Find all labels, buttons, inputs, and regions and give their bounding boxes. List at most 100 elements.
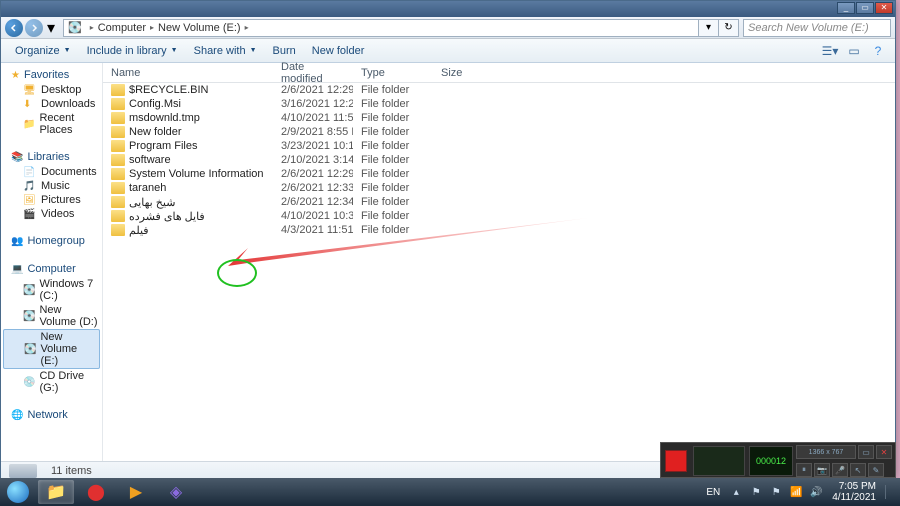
- file-name: taraneh: [129, 182, 166, 194]
- task-app[interactable]: ◈: [158, 480, 194, 504]
- nav-desktop[interactable]: 🖥Desktop: [1, 83, 102, 97]
- nav-drive-c[interactable]: 💽Windows 7 (C:): [1, 277, 102, 303]
- chevron-right-icon: ▸: [150, 23, 154, 32]
- column-date[interactable]: Date modified: [273, 63, 353, 82]
- status-item-count: 11 items: [51, 465, 92, 477]
- file-list[interactable]: $RECYCLE.BIN2/6/2021 12:29 AMFile folder…: [103, 83, 895, 461]
- file-date: 3/16/2021 12:29 AM: [273, 98, 353, 110]
- file-row[interactable]: New folder2/9/2021 8:55 PMFile folder: [103, 125, 895, 139]
- file-row[interactable]: Program Files3/23/2021 10:10 PMFile fold…: [103, 139, 895, 153]
- task-media-player[interactable]: ▶: [118, 480, 154, 504]
- language-indicator[interactable]: EN: [706, 487, 720, 498]
- address-dropdown[interactable]: ▾: [699, 19, 719, 37]
- recorder-fullscreen-button[interactable]: ▭: [858, 445, 874, 459]
- nav-bar: ▾ 💽 ▸ Computer ▸ New Volume (E:) ▸ ▾ ↻ S…: [1, 17, 895, 39]
- star-icon: ★: [11, 70, 20, 81]
- file-type: File folder: [353, 84, 433, 96]
- drive-icon: 💽: [68, 21, 82, 34]
- column-name[interactable]: Name: [103, 63, 273, 82]
- folder-icon: [111, 224, 125, 236]
- file-row[interactable]: software2/10/2021 3:14 PMFile folder: [103, 153, 895, 167]
- file-row[interactable]: System Volume Information2/6/2021 12:29 …: [103, 167, 895, 181]
- breadcrumb-volume[interactable]: New Volume (E:): [158, 22, 241, 34]
- burn-button[interactable]: Burn: [265, 42, 304, 60]
- file-date: 4/3/2021 11:51 AM: [273, 224, 353, 236]
- tray-volume-icon[interactable]: 🔊: [809, 485, 823, 499]
- task-recorder[interactable]: ⬤: [78, 480, 114, 504]
- back-button[interactable]: [5, 19, 23, 37]
- recorder-pause-button[interactable]: ⏸: [796, 463, 812, 477]
- show-desktop-button[interactable]: [885, 485, 893, 499]
- history-dropdown[interactable]: ▾: [45, 19, 57, 37]
- nav-videos[interactable]: 🎬Videos: [1, 207, 102, 221]
- column-size[interactable]: Size: [433, 63, 493, 82]
- file-row[interactable]: فیلم4/3/2021 11:51 AMFile folder: [103, 223, 895, 237]
- folder-icon: [111, 98, 125, 110]
- libraries-header[interactable]: 📚Libraries: [1, 149, 102, 165]
- titlebar: _ ▭ ✕: [1, 1, 895, 17]
- app-icon: ◈: [170, 482, 182, 502]
- organize-menu[interactable]: Organize▼: [7, 42, 79, 60]
- minimize-button[interactable]: _: [837, 2, 855, 14]
- chevron-right-icon: ▸: [245, 23, 249, 32]
- network-icon: 🌐: [11, 410, 23, 421]
- tray-action-center-icon[interactable]: ⚑: [769, 485, 783, 499]
- recorder-timer: 000012: [749, 446, 793, 476]
- nav-music[interactable]: 🎵Music: [1, 179, 102, 193]
- document-icon: 📄: [23, 167, 37, 178]
- share-with-menu[interactable]: Share with▼: [186, 42, 265, 60]
- folder-icon: [111, 154, 125, 166]
- forward-button[interactable]: [25, 19, 43, 37]
- homegroup-header[interactable]: 👥Homegroup: [1, 233, 102, 249]
- recorder-mic-button[interactable]: 🎤: [832, 463, 848, 477]
- column-headers: Name Date modified Type Size: [103, 63, 895, 83]
- maximize-button[interactable]: ▭: [856, 2, 874, 14]
- nav-drive-cd[interactable]: 💿CD Drive (G:): [1, 369, 102, 395]
- tray-network-icon[interactable]: 📶: [789, 485, 803, 499]
- breadcrumb-computer[interactable]: Computer: [98, 22, 146, 34]
- tray-expand-icon[interactable]: ▴: [729, 485, 743, 499]
- start-button[interactable]: [0, 478, 36, 506]
- folder-icon: [111, 182, 125, 194]
- refresh-button[interactable]: ↻: [719, 19, 739, 37]
- column-type[interactable]: Type: [353, 63, 433, 82]
- preview-pane-button[interactable]: ▭: [843, 42, 865, 60]
- network-header[interactable]: 🌐Network: [1, 407, 102, 423]
- recorder-close-button[interactable]: ✕: [876, 445, 892, 459]
- nav-downloads[interactable]: ⬇Downloads: [1, 97, 102, 111]
- file-row[interactable]: فایل های فشرده4/10/2021 10:39 PMFile fol…: [103, 209, 895, 223]
- task-explorer[interactable]: 📁: [38, 480, 74, 504]
- address-bar[interactable]: 💽 ▸ Computer ▸ New Volume (E:) ▸: [63, 19, 699, 37]
- nav-recent[interactable]: 📁Recent Places: [1, 111, 102, 137]
- view-menu[interactable]: ☰▾: [819, 42, 841, 60]
- nav-drive-d[interactable]: 💽New Volume (D:): [1, 303, 102, 329]
- file-row[interactable]: شیخ بهایی2/6/2021 12:34 AMFile folder: [103, 195, 895, 209]
- file-date: 4/10/2021 11:58 PM: [273, 112, 353, 124]
- file-row[interactable]: taraneh2/6/2021 12:33 AMFile folder: [103, 181, 895, 195]
- help-button[interactable]: ?: [867, 42, 889, 60]
- record-stop-button[interactable]: [665, 450, 687, 472]
- file-name: فیلم: [129, 224, 149, 237]
- file-row[interactable]: msdownld.tmp4/10/2021 11:58 PMFile folde…: [103, 111, 895, 125]
- search-input[interactable]: Search New Volume (E:): [743, 19, 891, 37]
- file-row[interactable]: Config.Msi3/16/2021 12:29 AMFile folder: [103, 97, 895, 111]
- file-date: 2/10/2021 3:14 PM: [273, 154, 353, 166]
- recorder-webcam-button[interactable]: 📷: [814, 463, 830, 477]
- nav-documents[interactable]: 📄Documents: [1, 165, 102, 179]
- favorites-header[interactable]: ★Favorites: [1, 67, 102, 83]
- include-library-menu[interactable]: Include in library▼: [79, 42, 186, 60]
- recorder-draw-button[interactable]: ✎: [868, 463, 884, 477]
- computer-header[interactable]: 💻Computer: [1, 261, 102, 277]
- recorder-cursor-button[interactable]: ↖: [850, 463, 866, 477]
- file-name: Config.Msi: [129, 98, 181, 110]
- file-name: New folder: [129, 126, 182, 138]
- nav-drive-e[interactable]: 💽New Volume (E:): [3, 329, 100, 369]
- new-folder-button[interactable]: New folder: [304, 42, 373, 60]
- folder-icon: [111, 168, 125, 180]
- close-button[interactable]: ✕: [875, 2, 893, 14]
- file-name: Program Files: [129, 140, 197, 152]
- taskbar-clock[interactable]: 7:05 PM 4/11/2021: [832, 481, 876, 503]
- file-row[interactable]: $RECYCLE.BIN2/6/2021 12:29 AMFile folder: [103, 83, 895, 97]
- nav-pictures[interactable]: 🖼Pictures: [1, 193, 102, 207]
- tray-flag-icon[interactable]: ⚑: [749, 485, 763, 499]
